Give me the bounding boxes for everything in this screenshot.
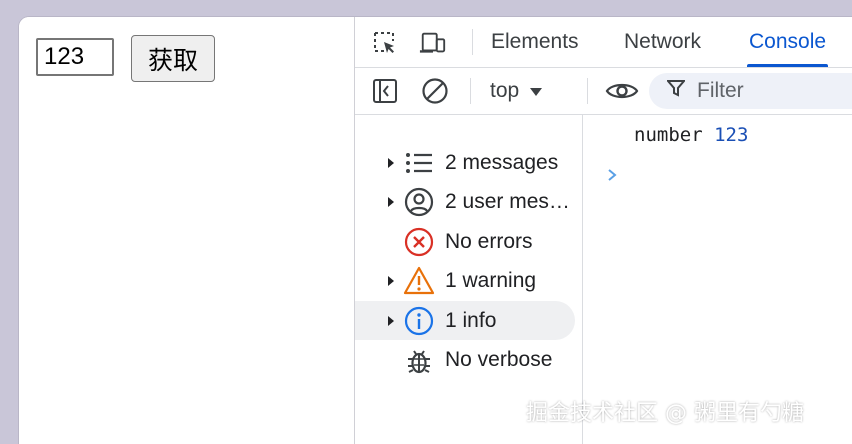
sidebar-item-warnings[interactable]: 1 warning — [355, 261, 575, 300]
console-log-line: number 123 — [634, 124, 748, 146]
devtools-panel: Elements Network Console top Filter 2 me… — [354, 17, 852, 444]
filter-icon — [665, 79, 687, 103]
caret-right-icon[interactable] — [373, 196, 399, 208]
list-icon — [403, 147, 435, 179]
sidebar-item-info[interactable]: 1 info — [355, 301, 575, 340]
sidebar-item-verbose[interactable]: No verbose — [355, 340, 575, 379]
sidebar-toggle-icon[interactable] — [371, 77, 399, 105]
console-toolbar: top Filter — [355, 68, 852, 115]
tab-network[interactable]: Network — [624, 17, 701, 67]
inspect-element-icon[interactable] — [371, 29, 399, 57]
log-value: 123 — [714, 124, 749, 146]
eye-icon[interactable] — [605, 77, 639, 105]
sidebar-item-user-messages[interactable]: 2 user messages — [355, 182, 575, 221]
context-label: top — [490, 79, 520, 102]
get-button[interactable]: 获取 — [131, 35, 215, 82]
sidebar-item-messages[interactable]: 2 messages — [355, 143, 575, 182]
sidebar-item-label: No errors — [445, 229, 533, 253]
console-prompt-icon[interactable] — [605, 167, 619, 181]
sidebar-item-label: 2 messages — [445, 150, 559, 174]
toolbar-divider — [470, 78, 471, 104]
user-circle-icon — [403, 186, 435, 218]
sidebar-item-label: No verbose — [445, 347, 553, 371]
log-type: number — [634, 124, 703, 146]
bug-icon — [403, 344, 435, 376]
clear-console-icon[interactable] — [421, 77, 449, 105]
tab-elements[interactable]: Elements — [491, 17, 579, 67]
page-content: 获取 — [19, 17, 354, 444]
sidebar-item-label: 1 warning — [445, 268, 537, 292]
chevron-down-icon — [529, 79, 543, 103]
context-selector[interactable]: top — [490, 77, 543, 105]
browser-window: 获取 Elements Network Console — [19, 17, 852, 444]
tab-console[interactable]: Console — [746, 17, 829, 67]
caret-right-icon[interactable] — [373, 315, 399, 327]
error-icon — [403, 226, 435, 258]
sidebar-item-label: 2 user messages — [445, 189, 573, 213]
devtools-tabbar: Elements Network Console — [355, 17, 852, 68]
sidebar-item-label: 1 info — [445, 308, 497, 332]
caret-right-icon[interactable] — [373, 157, 399, 169]
info-icon — [403, 305, 435, 337]
toolbar-divider-2 — [587, 78, 588, 104]
tabbar-divider — [472, 29, 473, 55]
filter-placeholder: Filter — [697, 79, 744, 102]
filter-input[interactable]: Filter — [649, 73, 852, 109]
warning-icon — [403, 265, 435, 297]
number-input[interactable] — [36, 38, 114, 76]
watermark: 掘金技术社区 @ 粥里有勺糖 — [526, 401, 804, 426]
device-toolbar-icon[interactable] — [419, 29, 447, 57]
sidebar-item-errors[interactable]: No errors — [355, 222, 575, 261]
caret-right-icon[interactable] — [373, 275, 399, 287]
